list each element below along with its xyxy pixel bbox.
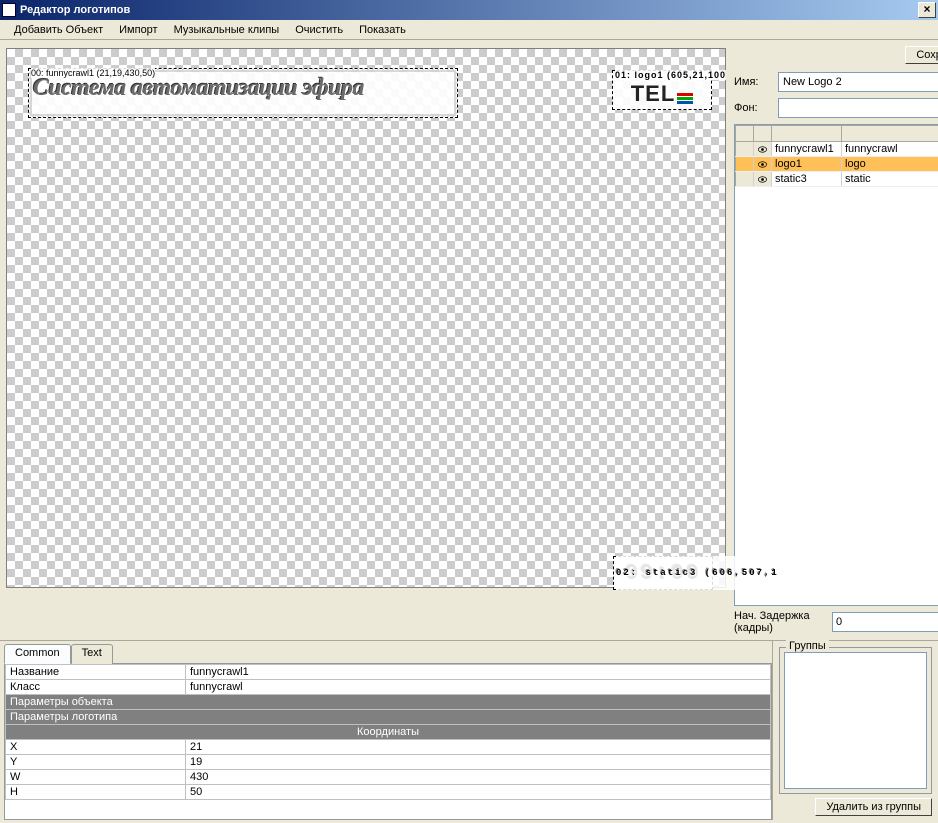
prop-key: X (6, 740, 186, 755)
row-name: funnycrawl1 (772, 142, 842, 157)
close-button[interactable]: × (918, 2, 936, 18)
col-eye[interactable] (754, 126, 772, 142)
right-pane: Сохранить Имя: New Logo 2 Фон: ... (732, 40, 938, 640)
row-name: static3 (772, 172, 842, 187)
tab-common[interactable]: Common (4, 644, 71, 664)
prop-key: W (6, 770, 186, 785)
row-name: logo1 (772, 157, 842, 172)
logo-stripes-icon (677, 92, 693, 104)
eye-icon[interactable] (754, 142, 772, 157)
delay-input[interactable] (832, 612, 938, 632)
window-title: Редактор логотипов (20, 4, 130, 16)
groups-label: Группы (786, 640, 829, 652)
menu-import[interactable]: Импорт (111, 22, 165, 38)
prop-value[interactable]: 430 (186, 770, 771, 785)
prop-section: Параметры логотипа (6, 710, 771, 725)
groups-list[interactable] (784, 652, 927, 789)
prop-section: Параметры объекта (6, 695, 771, 710)
prop-value[interactable]: funnycrawl (186, 680, 771, 695)
logo-text: TEL (631, 81, 676, 107)
prop-value[interactable]: 50 (186, 785, 771, 800)
app-icon (2, 3, 16, 17)
properties-pane: Common Text Названиеfunnycrawl1Классfunn… (0, 641, 772, 820)
remove-from-group-button[interactable]: Удалить из группы (815, 798, 932, 816)
prop-value[interactable]: funnycrawl1 (186, 665, 771, 680)
object-list-row[interactable]: static3static (736, 172, 938, 187)
row-blank-icon (736, 172, 754, 187)
object-label: 01: logo1 (605,21,100 (615, 70, 726, 80)
menu-music-clips[interactable]: Музыкальные клипы (166, 22, 288, 38)
prop-value[interactable]: 19 (186, 755, 771, 770)
col-name[interactable] (772, 126, 842, 142)
canvas-object-funnycrawl[interactable]: 00: funnycrawl1 (21,19,430,50) Система а… (28, 68, 458, 118)
prop-key: H (6, 785, 186, 800)
menu-show[interactable]: Показать (351, 22, 414, 38)
row-class: funnycrawl (842, 142, 938, 157)
canvas-object-logo[interactable]: 01: logo1 (605,21,100 TEL (612, 70, 712, 110)
groups-pane: Группы Удалить из группы (772, 641, 938, 820)
object-list-row[interactable]: funnycrawl1funnycrawl (736, 142, 938, 157)
eye-icon[interactable] (754, 172, 772, 187)
save-button[interactable]: Сохранить (905, 46, 938, 64)
prop-value[interactable]: 21 (186, 740, 771, 755)
canvas[interactable]: 00: funnycrawl1 (21,19,430,50) Система а… (6, 48, 726, 588)
groups-box: Группы (779, 647, 932, 794)
prop-key: Название (6, 665, 186, 680)
row-blank-icon (736, 157, 754, 172)
properties-grid[interactable]: Названиеfunnycrawl1КлассfunnycrawlПараме… (4, 663, 772, 820)
titlebar: Редактор логотипов × (0, 0, 938, 20)
eye-icon[interactable] (754, 157, 772, 172)
canvas-pane: 00: funnycrawl1 (21,19,430,50) Система а… (0, 40, 732, 640)
bg-label: Фон: (734, 102, 772, 114)
name-label: Имя: (734, 76, 772, 88)
menubar: Добавить Объект Импорт Музыкальные клипы… (0, 20, 938, 40)
tab-text[interactable]: Text (71, 644, 113, 664)
name-select[interactable]: New Logo 2 (778, 72, 938, 92)
delay-label: Нач. Задержка (кадры) (734, 610, 826, 634)
menu-add-object[interactable]: Добавить Объект (6, 22, 111, 38)
prop-section: Координаты (6, 725, 771, 740)
col-class[interactable] (842, 126, 938, 142)
object-list-row[interactable]: logo1logo (736, 157, 938, 172)
row-class: static (842, 172, 938, 187)
prop-key: Y (6, 755, 186, 770)
object-label: 00: funnycrawl1 (21,19,430,50) (31, 68, 155, 78)
object-list[interactable]: funnycrawl1funnycrawllogo1logostatic3sta… (734, 124, 938, 606)
prop-key: Класс (6, 680, 186, 695)
tabs: Common Text (4, 644, 772, 664)
row-class: logo (842, 157, 938, 172)
menu-clear[interactable]: Очистить (287, 22, 351, 38)
bg-input[interactable] (778, 98, 938, 118)
col-icon[interactable] (736, 126, 754, 142)
row-blank-icon (736, 142, 754, 157)
object-label: 02: static3 (606,507,1 (616, 556, 779, 590)
canvas-object-static[interactable]: 02: static3 (606,507,1 09:00 (613, 556, 713, 590)
